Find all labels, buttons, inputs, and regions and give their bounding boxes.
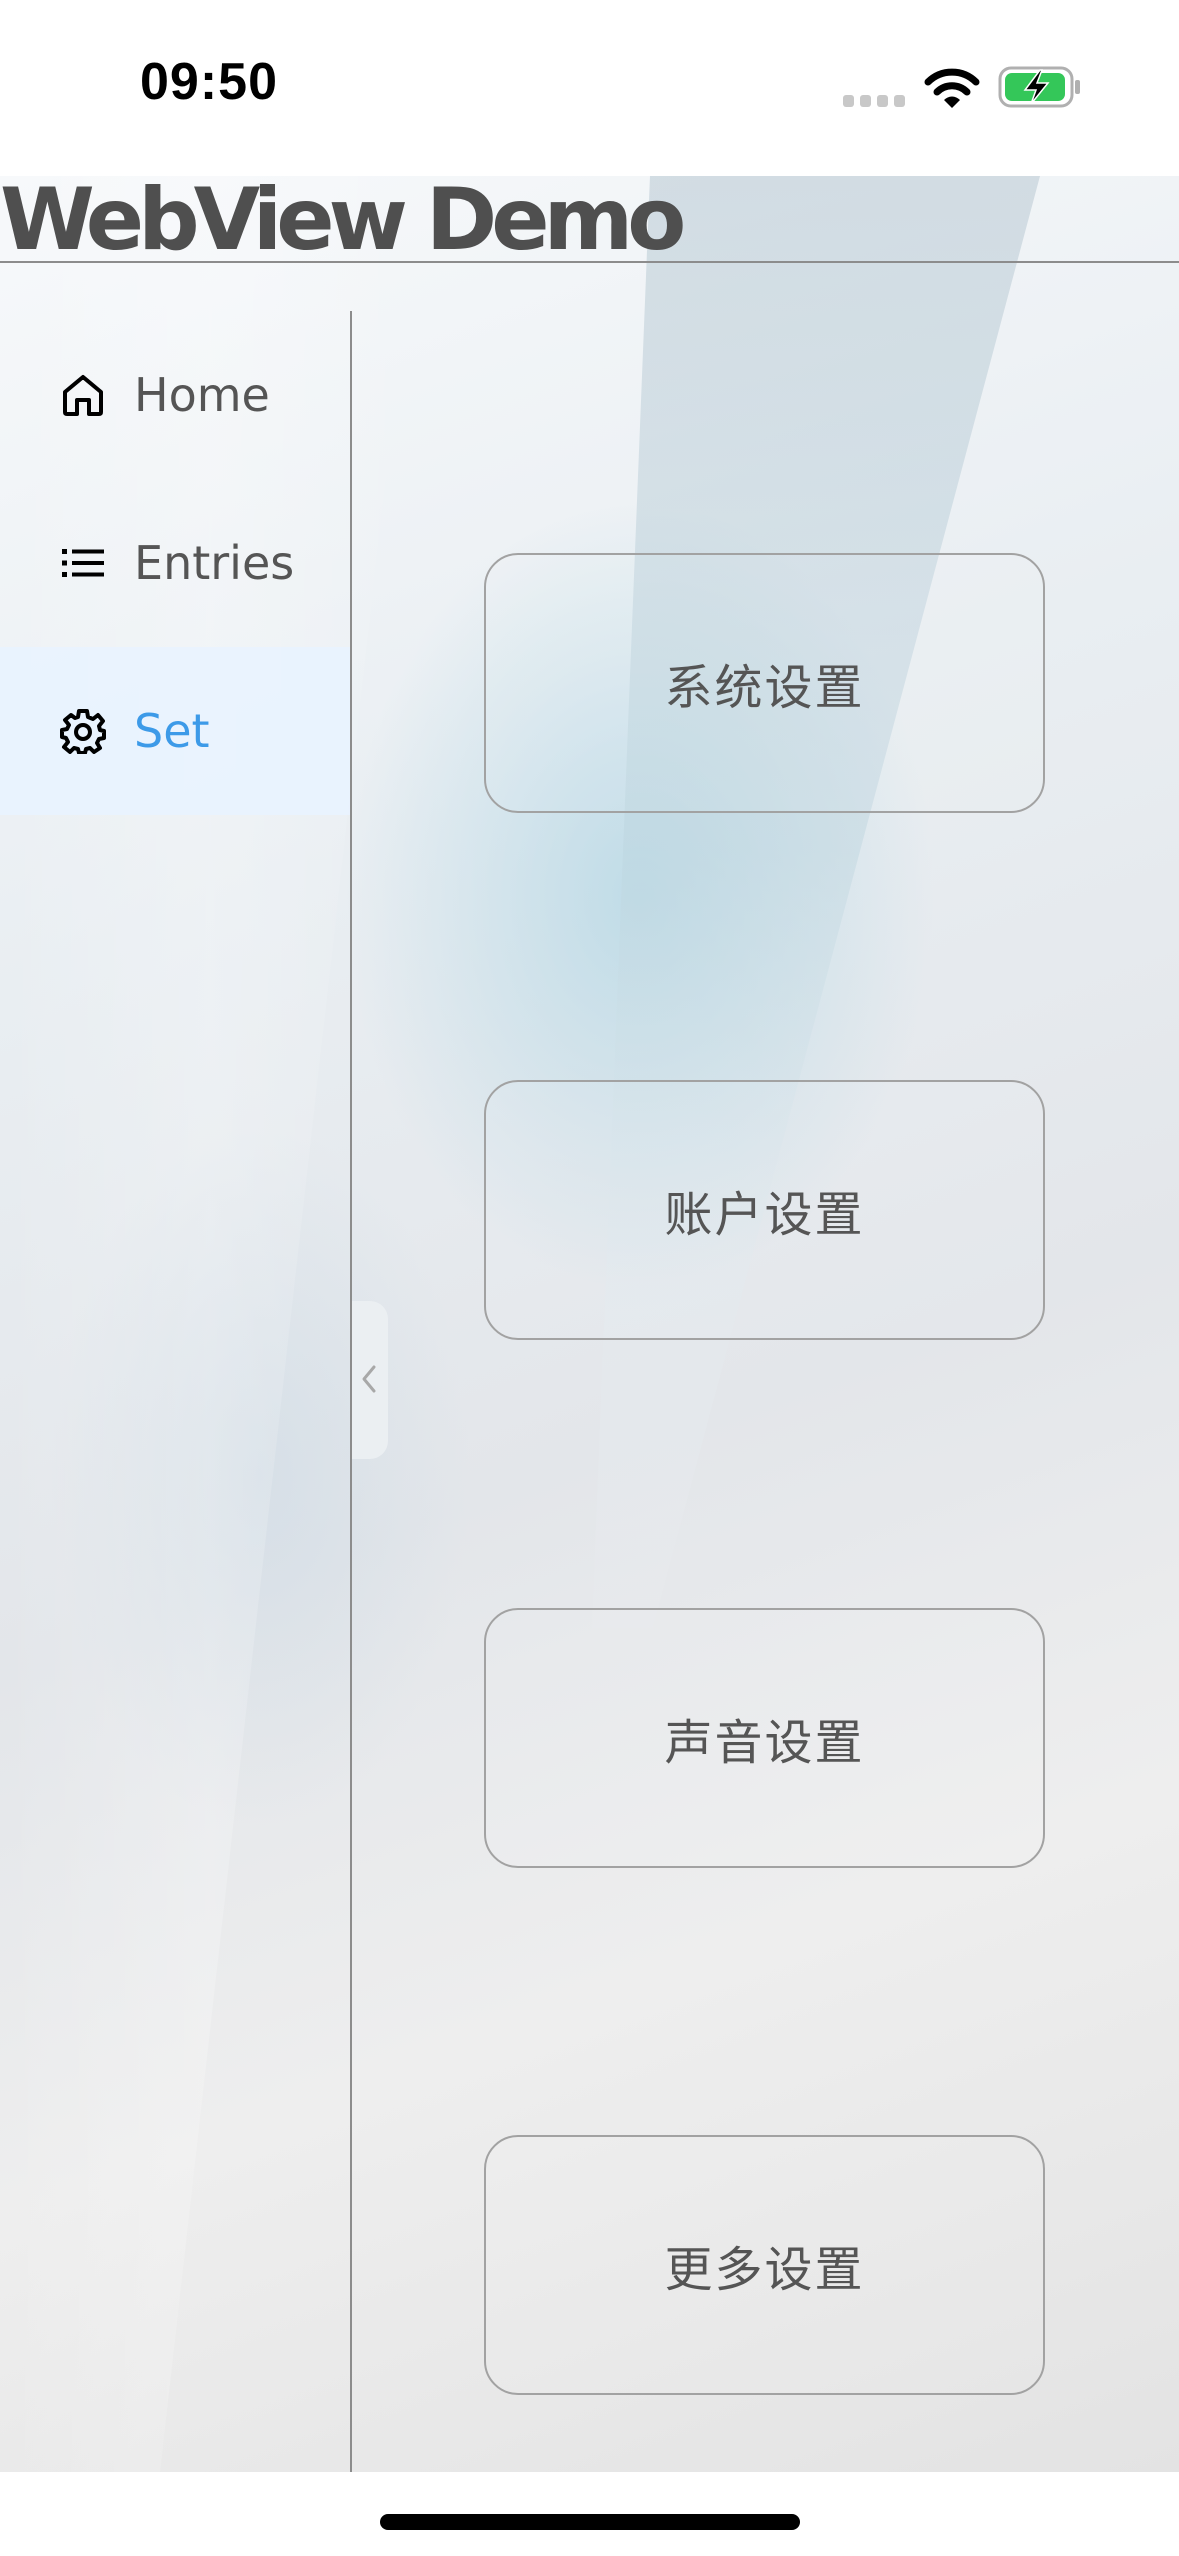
system-settings-button[interactable]: 系统设置: [484, 553, 1045, 813]
chevron-left-icon: [362, 1365, 376, 1393]
sidebar-item-label: Entries: [134, 536, 295, 590]
setting-button-label: 系统设置: [664, 660, 865, 716]
sidebar-item-set[interactable]: Set: [0, 647, 350, 815]
home-icon: [63, 375, 103, 416]
list-icon: [62, 549, 104, 577]
setting-button-label: 声音设置: [664, 1715, 865, 1771]
cellular-signal-icon: [843, 95, 905, 107]
sidebar-item-home[interactable]: Home: [0, 311, 350, 479]
status-bar: 09:50: [0, 0, 1179, 176]
more-settings-button[interactable]: 更多设置: [484, 2135, 1045, 2395]
webview-app: WebView Demo Home Entries Set 系统设置 账户设置 …: [0, 176, 1179, 2472]
sound-settings-button[interactable]: 声音设置: [484, 1608, 1045, 1868]
sidebar-item-label: Home: [134, 368, 270, 422]
app-title: WebView Demo: [0, 176, 686, 270]
setting-button-label: 账户设置: [664, 1187, 865, 1243]
battery-charging-icon: [998, 66, 1080, 108]
setting-button-label: 更多设置: [664, 2242, 865, 2298]
sidebar-item-label: Set: [134, 704, 210, 758]
app-header: WebView Demo: [0, 176, 1179, 270]
gear-icon: [60, 709, 106, 754]
account-settings-button[interactable]: 账户设置: [484, 1080, 1045, 1340]
sidebar: Home Entries Set: [0, 311, 352, 2472]
sidebar-collapse-button[interactable]: [352, 1301, 388, 1459]
wifi-icon: [924, 68, 980, 108]
home-indicator[interactable]: [380, 2514, 800, 2530]
status-time: 09:50: [140, 53, 278, 111]
sidebar-item-entries[interactable]: Entries: [0, 479, 350, 647]
